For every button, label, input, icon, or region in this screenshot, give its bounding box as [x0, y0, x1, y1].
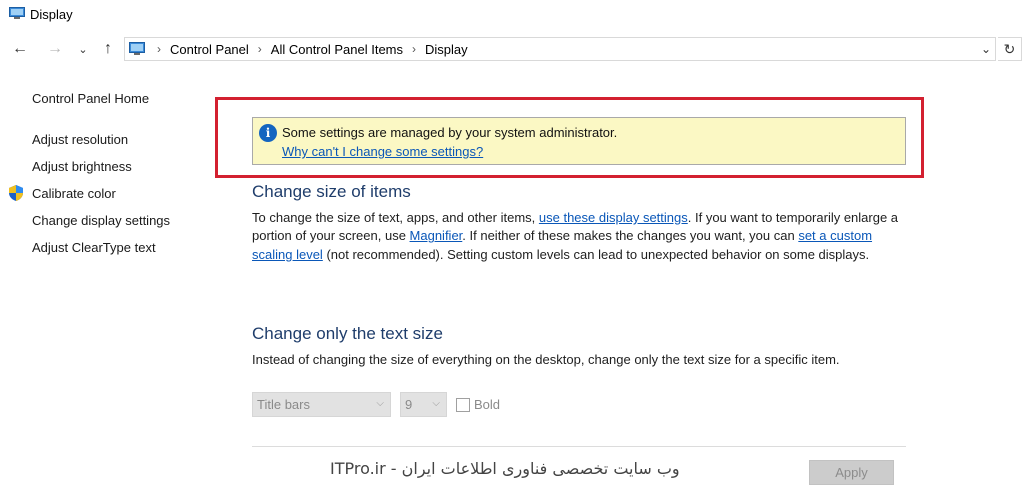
text-item-select-value: Title bars	[257, 397, 310, 412]
forward-arrow-icon[interactable]: →	[44, 38, 66, 60]
text-item-select[interactable]: Title bars ⌵	[252, 392, 391, 417]
refresh-icon[interactable]: ↻	[998, 37, 1022, 61]
window-title: Display	[30, 7, 73, 22]
divider	[252, 446, 906, 447]
breadcrumb-display[interactable]: Display	[425, 42, 468, 57]
apply-button[interactable]: Apply	[809, 460, 894, 485]
paragraph-text: To change the size of text, apps, and ot…	[252, 210, 539, 225]
sidebar-control-panel-home[interactable]: Control Panel Home	[32, 91, 149, 106]
paragraph-text: (not recommended). Setting custom levels…	[322, 246, 870, 262]
sidebar-item-calibrate-color[interactable]: Calibrate color	[0, 185, 210, 204]
address-dropdown-chevron-icon[interactable]: ⌄	[981, 42, 991, 56]
sidebar-item-change-display-settings[interactable]: Change display settings	[32, 213, 170, 228]
bold-checkbox[interactable]	[456, 398, 470, 412]
info-message: Some settings are managed by your system…	[282, 125, 618, 140]
chevron-down-icon: ⌵	[376, 398, 384, 409]
breadcrumb-control-panel[interactable]: Control Panel	[170, 42, 249, 57]
size-section-title: Change size of items	[252, 182, 411, 201]
chevron-down-icon: ⌵	[432, 398, 440, 409]
uac-shield-icon	[9, 185, 23, 201]
navigation-bar: ← → ⌄ ↑ › Control Panel › All Control Pa…	[0, 36, 1024, 64]
admin-info-bar: i Some settings are managed by your syst…	[252, 117, 906, 165]
bold-checkbox-label: Bold	[474, 397, 501, 412]
title-bar: Display	[0, 0, 1024, 30]
control-panel-icon	[129, 42, 145, 55]
breadcrumb-all-items[interactable]: All Control Panel Items	[271, 42, 403, 57]
sidebar-item-adjust-brightness[interactable]: Adjust brightness	[32, 159, 132, 174]
breadcrumb-separator: ›	[157, 42, 161, 56]
sidebar-item-label: Calibrate color	[32, 186, 116, 201]
display-app-icon	[9, 7, 25, 19]
watermark-text: ITPro.ir - وب سایت تخصصی فناوری اطلاعات …	[330, 459, 680, 478]
text-size-section-title: Change only the text size	[252, 324, 443, 343]
magnifier-link[interactable]: Magnifier	[410, 228, 463, 243]
display-settings-link[interactable]: use these display settings	[539, 210, 688, 225]
size-section-paragraph: To change the size of text, apps, and ot…	[252, 209, 910, 264]
info-help-link[interactable]: Why can't I change some settings?	[282, 144, 483, 159]
up-arrow-icon[interactable]: ↑	[97, 38, 119, 60]
font-size-select[interactable]: 9 ⌵	[400, 392, 447, 417]
sidebar-item-adjust-cleartype[interactable]: Adjust ClearType text	[32, 240, 156, 255]
address-bar[interactable]: › Control Panel › All Control Panel Item…	[124, 37, 996, 61]
back-arrow-icon[interactable]: ←	[9, 38, 31, 60]
font-size-select-value: 9	[405, 397, 413, 412]
breadcrumb-separator[interactable]: ›	[258, 42, 262, 56]
breadcrumb-separator[interactable]: ›	[412, 42, 416, 56]
text-size-description: Instead of changing the size of everythi…	[252, 352, 840, 367]
info-icon: i	[259, 124, 277, 142]
paragraph-text: . If neither of these makes the changes …	[462, 228, 799, 244]
sidebar-item-adjust-resolution[interactable]: Adjust resolution	[32, 132, 128, 147]
recent-locations-chevron-icon[interactable]: ⌄	[72, 38, 94, 60]
